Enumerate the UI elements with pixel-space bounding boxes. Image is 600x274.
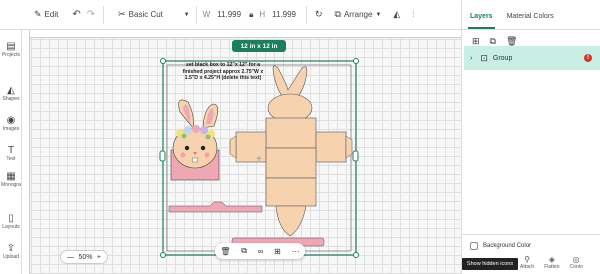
tool-label: Flatten (544, 264, 560, 270)
bunny-eye (184, 145, 190, 151)
background-color-toggle[interactable]: Background Color (462, 235, 600, 257)
resize-handle (160, 252, 166, 258)
instruction-text[interactable]: set black box to 12"x 12" for a finished… (178, 62, 268, 82)
side-handle (159, 150, 166, 162)
bottom-tools: ⚲ Attach ◈ Flatten ◎ Conto (520, 255, 583, 270)
duplicate-icon[interactable]: ⧉ (241, 246, 247, 256)
leaf (181, 133, 187, 139)
pink-strip (168, 201, 263, 213)
panel-tabs: Layers Material Colors (462, 0, 600, 30)
center-crosshair: + (256, 154, 262, 165)
duplicate-icon[interactable]: ⧉ (490, 36, 496, 47)
side-handle (352, 150, 359, 162)
mat-size-badge: 12 in x 12 in (232, 40, 286, 52)
flatten-icon: ◈ (548, 255, 555, 264)
resize-handle (353, 252, 359, 258)
box-right-flap (315, 131, 347, 163)
bunny-cheek (204, 152, 210, 158)
bunny-cheek (180, 152, 186, 158)
leaf (205, 134, 211, 140)
bunny-feet (275, 205, 307, 237)
box-front-panel (265, 117, 317, 149)
contour-tool[interactable]: ◎ Conto (569, 255, 582, 270)
zoom-out-button[interactable]: — (67, 254, 74, 261)
flower (200, 126, 208, 134)
box-center-panel (265, 147, 317, 179)
tool-label: Conto (569, 264, 583, 270)
box-tab (229, 135, 237, 159)
bunny-face (170, 99, 220, 181)
flatten-tool[interactable]: ◈ Flatten (544, 255, 559, 270)
box-tab (345, 135, 353, 159)
resize-handle (160, 58, 166, 64)
layer-row-group[interactable]: › ⊡ Group ! (464, 46, 600, 70)
selection-toolbar: 🗑︎ ⧉ ∞ ⊞ ⋯ (215, 243, 305, 259)
link-icon[interactable]: ∞ (258, 247, 264, 256)
zoom-in-button[interactable]: + (97, 254, 101, 261)
more-icon[interactable]: ⋯ (292, 247, 300, 256)
design-space-app: ✎ Edit ↶ ↷ ✂ Basic Cut ▼ W 11.999 🔒︎ H 1… (0, 0, 600, 274)
group-layer-icon: ⊡ (480, 52, 488, 63)
trash-icon[interactable]: 🗑︎ (220, 247, 230, 256)
tool-label: Attach (520, 264, 535, 270)
resize-handle (353, 58, 359, 64)
layer-label: Group (492, 54, 513, 62)
group-icon[interactable]: ⊞ (274, 247, 281, 256)
zoom-control: — 50% + (60, 250, 108, 264)
flower (184, 126, 192, 134)
zoom-value: 50% (78, 253, 93, 261)
checkbox[interactable] (470, 242, 478, 250)
artwork-layer: + (159, 58, 359, 258)
chevron-right-icon[interactable]: › (470, 55, 472, 62)
attach-tool[interactable]: ⚲ Attach (520, 255, 534, 270)
tooltip: Show hidden icons (462, 258, 518, 270)
tab-material-colors[interactable]: Material Colors (499, 13, 560, 29)
contour-icon: ◎ (572, 255, 580, 264)
background-color-label: Background Color (483, 243, 532, 249)
attach-icon: ⚲ (524, 255, 531, 264)
warning-icon[interactable]: ! (584, 54, 592, 62)
layers-panel: Layers Material Colors ⊞ ⧉ 🗑︎ › ⊡ Group … (461, 0, 600, 274)
bunny-eye (200, 145, 206, 151)
flower (192, 125, 200, 133)
tab-layers[interactable]: Layers (462, 13, 499, 29)
bunny-teeth (192, 157, 198, 163)
box-bottom-panel (265, 177, 317, 207)
trash-icon[interactable]: 🗑︎ (506, 36, 517, 47)
group-icon[interactable]: ⊞ (472, 36, 480, 47)
